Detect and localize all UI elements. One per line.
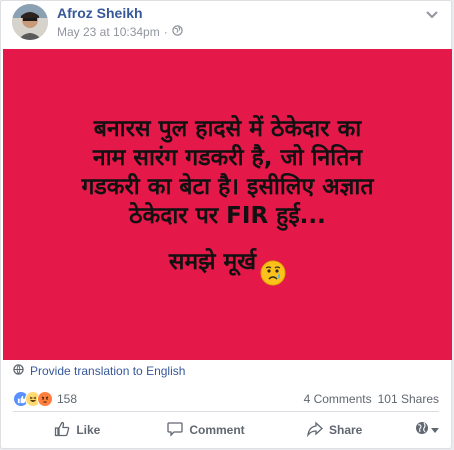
post-body-text: बनारस पुल हादसे में ठेकेदार का नाम सारंग… — [81, 116, 374, 275]
globe-icon — [415, 421, 429, 440]
share-label: Share — [329, 423, 363, 437]
author-name[interactable]: Afroz Sheikh — [57, 5, 143, 21]
speech-bubble-icon — [167, 421, 183, 440]
sad-tear-emoji-icon — [260, 231, 286, 294]
comment-button[interactable]: Comment — [142, 421, 271, 440]
comment-label: Comment — [189, 423, 245, 437]
thumbs-up-icon — [54, 421, 70, 440]
shares-count[interactable]: 101 Shares — [378, 392, 439, 406]
post-options-chevron-icon[interactable] — [425, 7, 439, 19]
reaction-count[interactable]: 158 — [57, 392, 77, 406]
post-image[interactable]: बनारस पुल हादसे में ठेकेदार का नाम सारंग… — [3, 49, 452, 360]
audience-selector[interactable] — [399, 421, 440, 440]
post-card: Afroz Sheikh May 23 at 10:34pm · बनारस प… — [0, 0, 452, 449]
share-arrow-icon — [307, 421, 323, 440]
action-bar: Like Comment Share — [13, 415, 440, 445]
angry-reaction-icon — [37, 391, 53, 407]
translate-link[interactable]: Provide translation to English — [30, 364, 185, 378]
like-button[interactable]: Like — [13, 421, 142, 440]
globe-icon — [13, 364, 24, 378]
divider — [13, 411, 439, 412]
reactions-summary[interactable]: 158 — [13, 391, 77, 407]
share-button[interactable]: Share — [270, 421, 399, 440]
chevron-down-icon — [431, 421, 440, 439]
meta-separator: · — [163, 25, 168, 39]
post-text: बनारस पुल हादसे में ठेकेदार का नाम सारंग… — [38, 115, 418, 294]
avatar[interactable] — [12, 4, 48, 40]
globe-icon[interactable] — [172, 25, 183, 39]
like-label: Like — [76, 423, 101, 437]
post-timestamp[interactable]: May 23 at 10:34pm — [57, 25, 160, 39]
avatar-image — [12, 4, 48, 40]
post-meta: May 23 at 10:34pm · — [57, 25, 183, 39]
comments-count[interactable]: 4 Comments — [304, 392, 372, 406]
engagement-counts: 4 Comments 101 Shares — [304, 392, 439, 406]
translation-row: Provide translation to English — [13, 364, 185, 378]
